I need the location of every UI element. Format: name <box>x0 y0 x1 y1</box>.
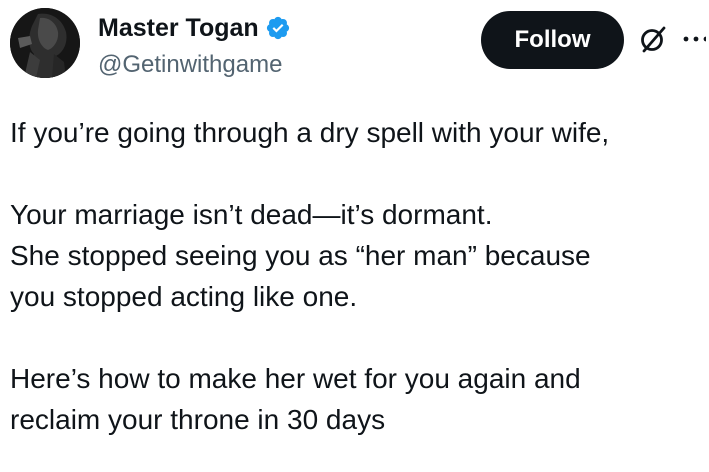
follow-button[interactable]: Follow <box>481 11 624 69</box>
tweet-line: Your marriage isn’t dead—it’s dormant. <box>10 199 493 230</box>
tweet-line: She stopped seeing you as “her man” beca… <box>10 240 591 271</box>
author-name-row: Master Togan <box>98 12 291 44</box>
avatar-image <box>10 8 80 78</box>
tweet-line: Here’s how to make her wet for you again… <box>10 363 581 394</box>
more-options-icon[interactable] <box>680 32 706 46</box>
avatar[interactable] <box>10 8 80 78</box>
tweet-line: you stopped acting like one. <box>10 281 358 312</box>
tweet-line: reclaim your throne in 30 days <box>10 404 386 435</box>
tweet-text: If you’re going through a dry spell with… <box>10 112 700 440</box>
tweet-line: If you’re going through a dry spell with… <box>10 117 610 148</box>
tweet-header: Master Togan @Getinwithgame Follow <box>0 0 709 90</box>
verified-badge-icon <box>265 15 291 41</box>
author-display-name[interactable]: Master Togan <box>98 12 259 44</box>
grok-icon[interactable] <box>638 24 668 54</box>
author-handle[interactable]: @Getinwithgame <box>98 50 282 80</box>
